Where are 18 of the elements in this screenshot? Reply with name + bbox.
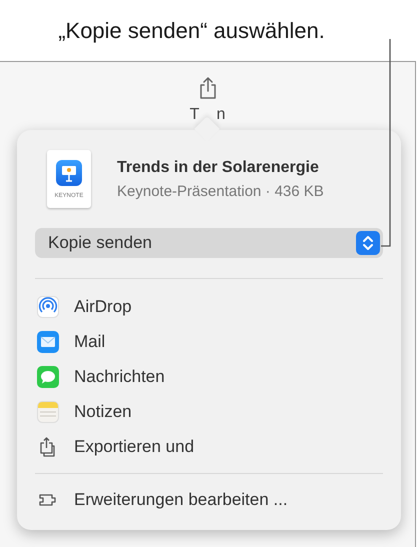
share-option[interactable]: Exportieren und bbox=[35, 429, 383, 464]
callout-text: „Kopie senden“ auswählen. bbox=[57, 17, 326, 45]
share-option[interactable]: Nachrichten bbox=[35, 359, 383, 394]
share-icon[interactable] bbox=[198, 76, 218, 100]
speech-bubble-icon bbox=[37, 366, 59, 388]
share-option[interactable]: Notizen bbox=[35, 394, 383, 429]
envelope-icon bbox=[37, 330, 59, 352]
notepad-icon bbox=[37, 400, 59, 422]
toolbar-label: T bbox=[190, 106, 200, 118]
file-title: Trends in der Solarenergie bbox=[117, 158, 320, 176]
stepper-icon bbox=[356, 231, 380, 255]
share-option[interactable]: AirDrop bbox=[35, 289, 383, 324]
airdrop-icon bbox=[37, 296, 59, 318]
edit-extensions-item[interactable]: Erweiterungen bearbeiten ... bbox=[35, 482, 383, 517]
toolbar-label: n bbox=[216, 106, 226, 118]
send-mode-dropdown[interactable]: Kopie senden bbox=[35, 228, 383, 258]
share-option[interactable]: Mail bbox=[35, 324, 383, 359]
file-info: Keynote-Präsentation · 436 KB bbox=[117, 182, 324, 200]
